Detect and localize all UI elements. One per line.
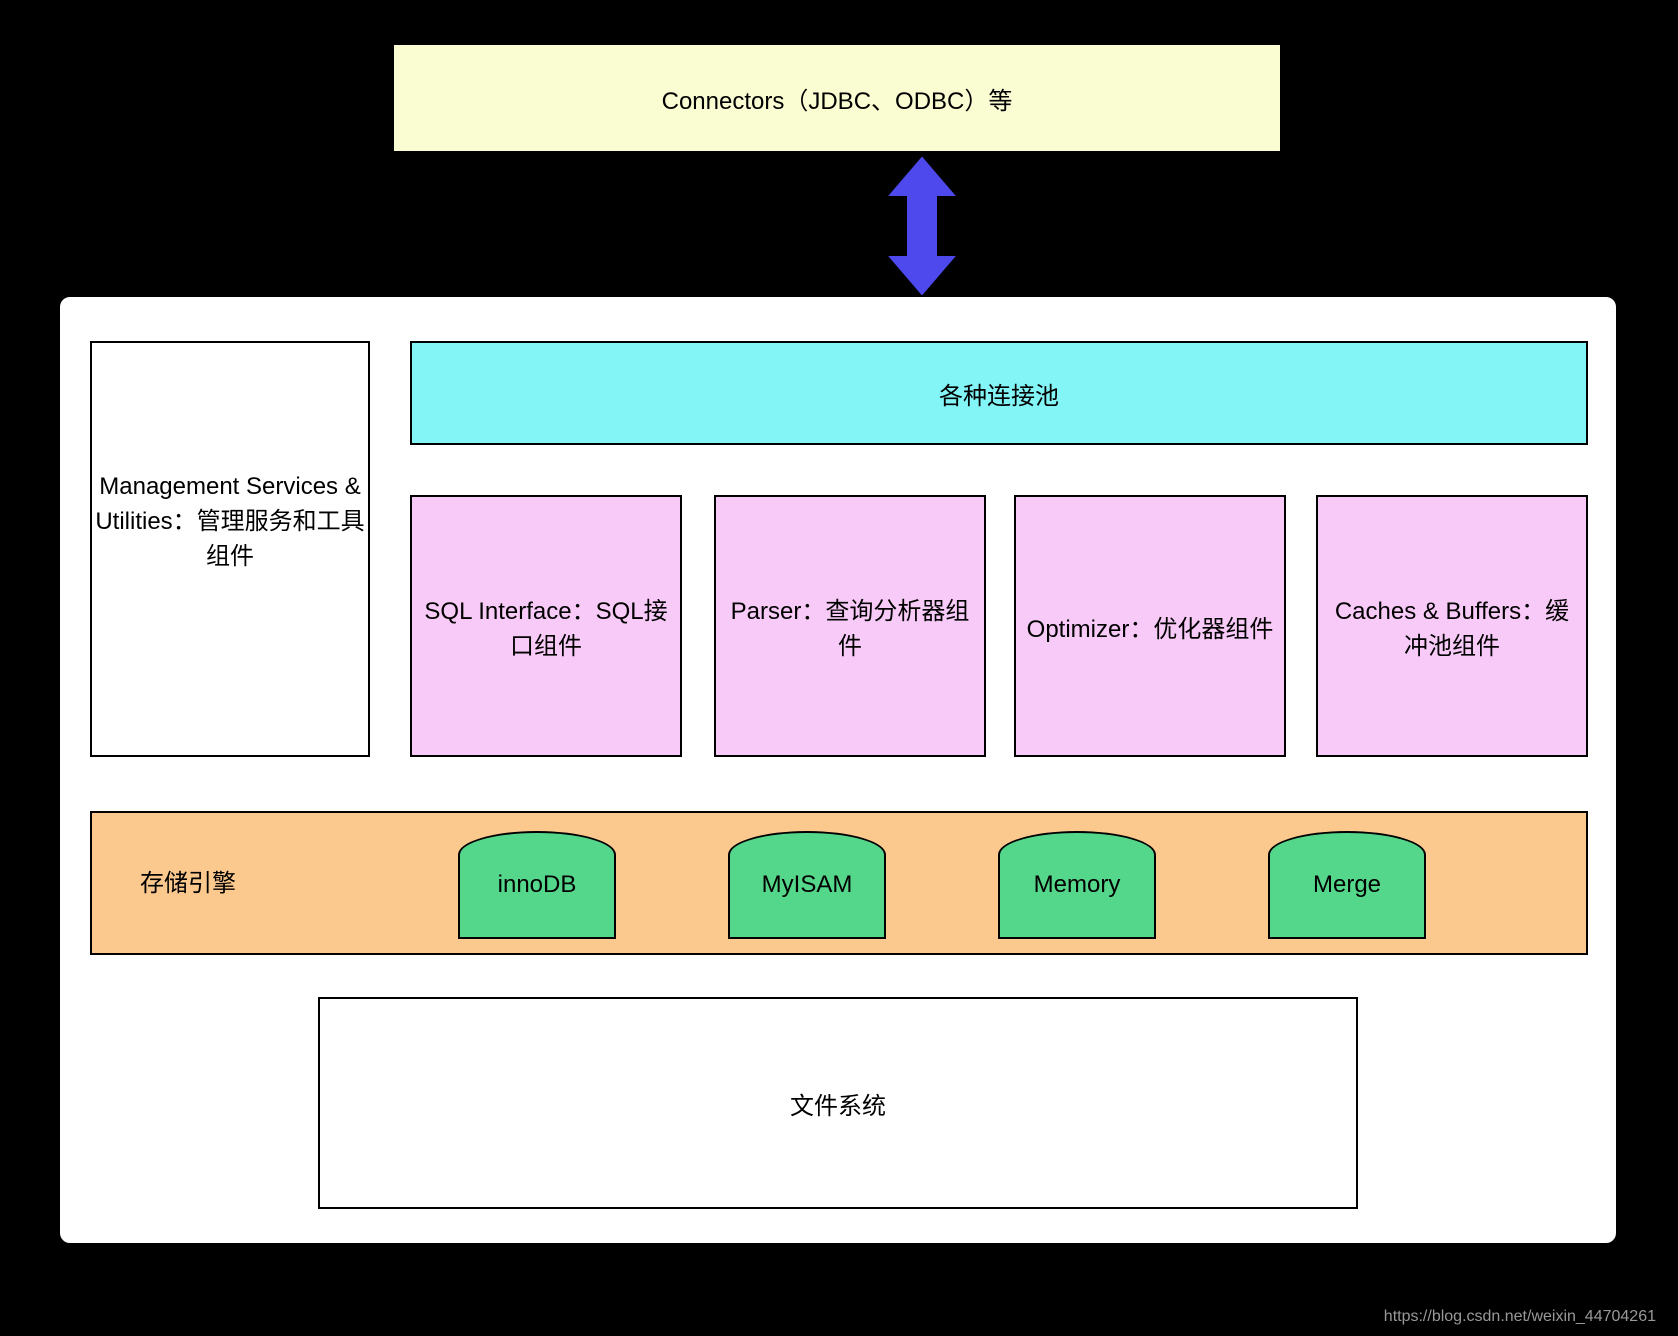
connection-pool-box: 各种连接池	[410, 341, 1588, 445]
management-box: Management Services & Utilities：管理服务和工具组…	[90, 341, 370, 757]
connectors-box: Connectors（JDBC、ODBC）等	[392, 43, 1282, 153]
caches-label: Caches & Buffers：缓冲池组件	[1328, 591, 1576, 661]
engine-merge: Merge	[1268, 831, 1426, 939]
watermark: https://blog.csdn.net/weixin_44704261	[1384, 1308, 1656, 1326]
engine-innodb-label: innoDB	[498, 871, 577, 899]
engine-innodb: innoDB	[458, 831, 616, 939]
engine-merge-label: Merge	[1313, 871, 1381, 899]
sql-interface-box: SQL Interface：SQL接口组件	[410, 495, 682, 757]
optimizer-label: Optimizer：优化器组件	[1027, 609, 1274, 644]
engine-memory: Memory	[998, 831, 1156, 939]
engine-myisam-label: MyISAM	[762, 871, 853, 899]
bidirectional-arrow-icon	[882, 153, 962, 299]
optimizer-box: Optimizer：优化器组件	[1014, 495, 1286, 757]
connectors-label: Connectors（JDBC、ODBC）等	[662, 81, 1013, 116]
engine-memory-label: Memory	[1034, 871, 1121, 899]
storage-engines-label: 存储引擎	[140, 863, 236, 898]
management-label: Management Services & Utilities：管理服务和工具组…	[92, 473, 368, 571]
storage-engines-box: 存储引擎 innoDB MyISAM Memory Merge	[90, 811, 1588, 955]
connection-pool-label: 各种连接池	[939, 376, 1059, 411]
sql-interface-label: SQL Interface：SQL接口组件	[422, 591, 670, 661]
filesystem-label: 文件系统	[790, 1086, 886, 1121]
filesystem-box: 文件系统	[318, 997, 1358, 1209]
engine-myisam: MyISAM	[728, 831, 886, 939]
server-container: Management Services & Utilities：管理服务和工具组…	[58, 295, 1618, 1245]
parser-label: Parser：查询分析器组件	[726, 591, 974, 661]
caches-box: Caches & Buffers：缓冲池组件	[1316, 495, 1588, 757]
parser-box: Parser：查询分析器组件	[714, 495, 986, 757]
